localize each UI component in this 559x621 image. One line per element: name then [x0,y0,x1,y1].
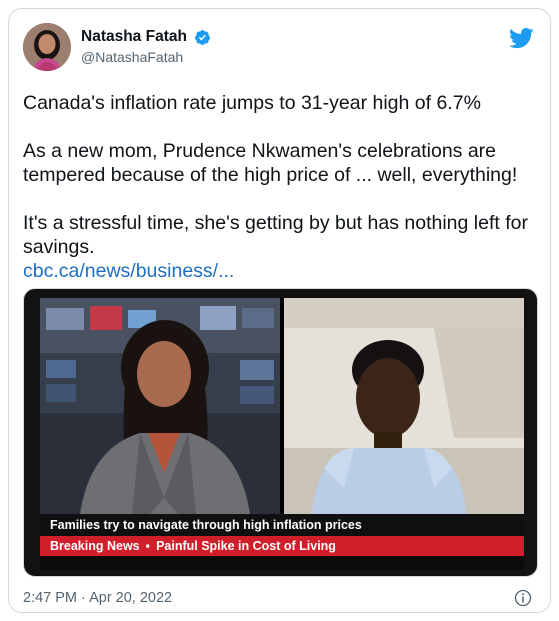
ticker-headline: Painful Spike in Cost of Living [156,539,336,553]
verified-badge-icon [195,29,211,45]
news-ticker: Breaking News ▪ Painful Spike in Cost of L… [40,536,524,556]
ticker-bottom-strip [40,556,524,570]
news-lower-third: Families try to navigate through high in… [40,514,524,570]
tweet-card[interactable]: Natasha Fatah @NatashaFatah Canada's inf… [8,8,551,613]
tweet-paragraph: As a new mom, Prudence Nkwamen's celebra… [23,140,518,186]
tweet-media[interactable]: Families try to navigate through high in… [23,288,538,577]
author-avatar[interactable] [23,23,71,71]
tweet-header: Natasha Fatah @NatashaFatah [23,23,536,73]
tweet-timestamp[interactable]: 2:47 PM · Apr 20, 2022 [23,590,172,606]
ticker-separator: ▪ [145,539,151,553]
twitter-bird-icon[interactable] [508,25,534,51]
author-info: Natasha Fatah @NatashaFatah [81,28,211,65]
anchor-studio-image [40,298,280,514]
tweet-paragraph: It's a stressful time, she's getting by … [23,212,528,258]
ticker-label: Breaking News [50,539,140,553]
guest-video-image [284,298,524,514]
author-display-name[interactable]: Natasha Fatah [81,28,187,46]
tweet-footer: 2:47 PM · Apr 20, 2022 [23,588,536,608]
video-frame: Families try to navigate through high in… [40,298,524,570]
info-icon[interactable] [514,589,532,607]
tweet-paragraph: Canada's inflation rate jumps to 31-year… [23,92,481,114]
author-handle[interactable]: @NatashaFatah [81,49,211,65]
news-caption: Families try to navigate through high in… [40,514,524,536]
article-link[interactable]: cbc.ca/news/business/... [23,259,533,283]
tweet-text: Canada's inflation rate jumps to 31-year… [23,91,533,283]
